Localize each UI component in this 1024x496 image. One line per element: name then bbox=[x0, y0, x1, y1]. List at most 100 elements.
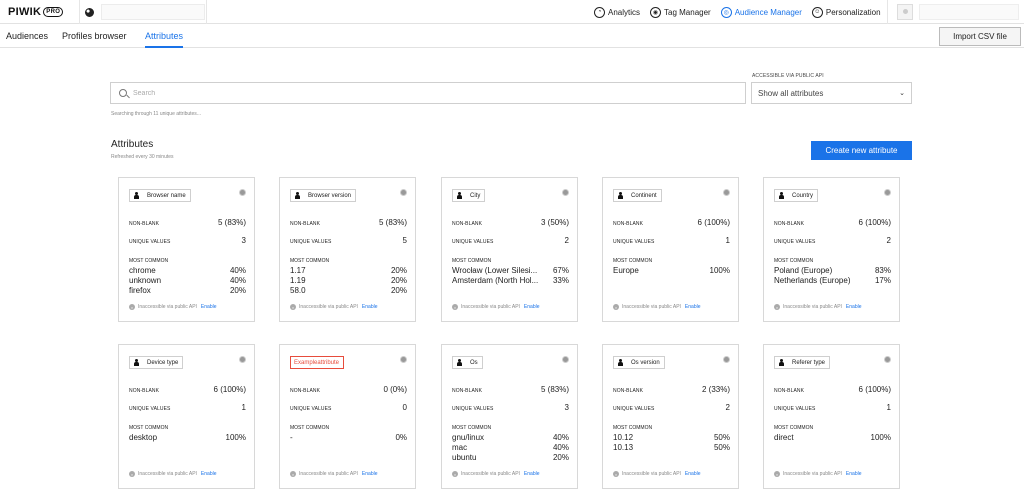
settings-icon[interactable] bbox=[562, 189, 569, 196]
non-blank-label: NON-BLANK bbox=[613, 221, 644, 227]
non-blank-label: NON-BLANK bbox=[129, 388, 160, 394]
settings-icon[interactable] bbox=[884, 356, 891, 363]
import-csv-button[interactable]: Import CSV file bbox=[939, 27, 1021, 46]
most-common-list: chrome 40% unknown 40% firefox 20% bbox=[129, 266, 246, 296]
search-box[interactable] bbox=[110, 82, 746, 104]
enable-api-link[interactable]: Enable bbox=[846, 304, 862, 310]
most-common-item: Amsterdam (North Hol... 33% bbox=[452, 276, 569, 286]
close-circle-icon: × bbox=[452, 304, 458, 310]
non-blank-value: 3 (50%) bbox=[540, 218, 569, 227]
person-icon bbox=[294, 192, 301, 199]
value-name: Poland (Europe) bbox=[774, 266, 833, 275]
avatar bbox=[897, 4, 913, 20]
non-blank-label: NON-BLANK bbox=[774, 388, 805, 394]
unique-values-row: UNIQUE VALUES 1 bbox=[129, 403, 246, 412]
attribute-name: Browser version bbox=[308, 192, 352, 199]
user-menu[interactable] bbox=[887, 0, 1024, 24]
person-icon bbox=[617, 359, 624, 366]
attribute-card: Os NON-BLANK 5 (83%) UNIQUE VALUES 3 MOST COM… bbox=[441, 344, 578, 489]
attribute-name: Device type bbox=[147, 359, 179, 366]
most-common-item: direct 100% bbox=[774, 433, 891, 443]
section-subtitle: Refreshed every 30 minutes bbox=[111, 154, 174, 160]
value-name: 10.13 bbox=[613, 443, 634, 452]
settings-icon[interactable] bbox=[400, 189, 407, 196]
website-selector[interactable] bbox=[79, 0, 207, 24]
settings-icon[interactable] bbox=[239, 356, 246, 363]
settings-icon[interactable] bbox=[723, 356, 730, 363]
value-percent: 20% bbox=[390, 276, 407, 285]
settings-icon[interactable] bbox=[400, 356, 407, 363]
enable-api-link[interactable]: Enable bbox=[201, 471, 217, 477]
unique-values-row: UNIQUE VALUES 0 bbox=[290, 403, 407, 412]
non-blank-row: NON-BLANK 6 (100%) bbox=[129, 385, 246, 394]
value-name: direct bbox=[774, 433, 794, 442]
settings-icon[interactable] bbox=[884, 189, 891, 196]
non-blank-row: NON-BLANK 5 (83%) bbox=[129, 218, 246, 227]
api-filter-label: ACCESSIBLE VIA PUBLIC API bbox=[752, 73, 824, 79]
most-common-label: MOST COMMON bbox=[774, 258, 814, 264]
api-access-status: × Inaccessible via public API Enable bbox=[290, 471, 378, 477]
tab-audiences[interactable]: Audiences bbox=[6, 24, 48, 48]
value-percent: 20% bbox=[552, 453, 569, 462]
close-circle-icon: × bbox=[290, 304, 296, 310]
attribute-name-badge: Os bbox=[452, 356, 483, 369]
value-name: firefox bbox=[129, 286, 151, 295]
most-common-item: ubuntu 20% bbox=[452, 453, 569, 463]
search-input[interactable] bbox=[133, 89, 723, 97]
api-filter-select[interactable]: Show all attributes ⌄ bbox=[751, 82, 912, 104]
attribute-card: Continent NON-BLANK 6 (100%) UNIQUE VALUES 1… bbox=[602, 177, 739, 322]
most-common-list: 1.17 20% 1.19 20% 58.0 20% bbox=[290, 266, 407, 296]
value-percent: 83% bbox=[874, 266, 891, 275]
enable-api-link[interactable]: Enable bbox=[524, 304, 540, 310]
enable-api-link[interactable]: Enable bbox=[362, 304, 378, 310]
settings-icon[interactable] bbox=[562, 356, 569, 363]
enable-api-link[interactable]: Enable bbox=[685, 304, 701, 310]
attribute-name: Os version bbox=[631, 359, 660, 366]
tab-attributes[interactable]: Attributes bbox=[145, 24, 184, 48]
module-analytics[interactable]: ◔ Analytics bbox=[594, 6, 641, 18]
non-blank-label: NON-BLANK bbox=[290, 221, 321, 227]
enable-api-link[interactable]: Enable bbox=[201, 304, 217, 310]
enable-api-link[interactable]: Enable bbox=[846, 471, 862, 477]
attribute-name-badge: Os version bbox=[613, 356, 665, 369]
most-common-item: - 0% bbox=[290, 433, 407, 443]
most-common-label: MOST COMMON bbox=[129, 258, 169, 264]
website-name-field[interactable] bbox=[101, 4, 205, 20]
module-label: Audience Manager bbox=[734, 7, 802, 17]
most-common-item: 10.13 50% bbox=[613, 443, 730, 453]
api-access-status: × Inaccessible via public API Enable bbox=[774, 304, 862, 310]
most-common-item: 1.19 20% bbox=[290, 276, 407, 286]
module-audience-manager[interactable]: ◎ Audience Manager bbox=[720, 6, 802, 18]
non-blank-value: 6 (100%) bbox=[697, 218, 730, 227]
value-percent: 40% bbox=[229, 266, 246, 275]
unique-values-value: 5 bbox=[402, 236, 407, 245]
value-name: gnu/linux bbox=[452, 433, 485, 442]
module-tag-manager[interactable]: ◉ Tag Manager bbox=[650, 6, 711, 18]
most-common-list: Europe 100% bbox=[613, 266, 730, 276]
most-common-label: MOST COMMON bbox=[452, 425, 492, 431]
piwik-logo[interactable]: PIWIK PRO bbox=[8, 5, 64, 19]
section-title: Attributes bbox=[111, 139, 154, 150]
unique-values-label: UNIQUE VALUES bbox=[129, 239, 171, 245]
tab-profiles-browser[interactable]: Profiles browser bbox=[62, 24, 127, 48]
attribute-card: Country NON-BLANK 6 (100%) UNIQUE VALUES 2 MO… bbox=[763, 177, 900, 322]
enable-api-link[interactable]: Enable bbox=[524, 471, 540, 477]
unique-values-value: 1 bbox=[886, 403, 891, 412]
tag-manager-icon: ◉ bbox=[650, 6, 662, 18]
close-circle-icon: × bbox=[774, 471, 780, 477]
attribute-name: Browser name bbox=[147, 192, 186, 199]
non-blank-value: 0 (0%) bbox=[383, 385, 407, 394]
enable-api-link[interactable]: Enable bbox=[685, 471, 701, 477]
most-common-list: 10.12 50% 10.13 50% bbox=[613, 433, 730, 453]
unique-values-value: 1 bbox=[241, 403, 246, 412]
value-percent: 67% bbox=[552, 266, 569, 275]
value-percent: 0% bbox=[395, 433, 407, 442]
create-attribute-button[interactable]: Create new attribute bbox=[811, 141, 912, 160]
module-label: Analytics bbox=[608, 7, 641, 17]
settings-icon[interactable] bbox=[723, 189, 730, 196]
close-circle-icon: × bbox=[290, 471, 296, 477]
settings-icon[interactable] bbox=[239, 189, 246, 196]
module-personalization[interactable]: ☺ Personalization bbox=[811, 6, 881, 18]
enable-api-link[interactable]: Enable bbox=[362, 471, 378, 477]
unique-values-row: UNIQUE VALUES 2 bbox=[452, 236, 569, 245]
